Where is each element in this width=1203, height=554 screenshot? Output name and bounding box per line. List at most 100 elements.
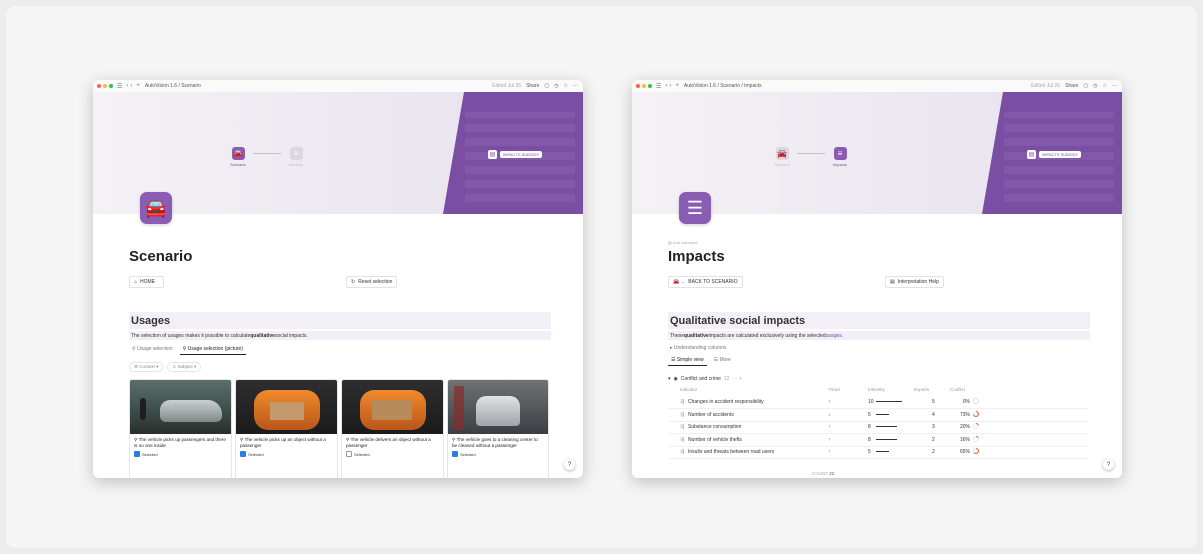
step-impacts[interactable]: ≡ Impacts: [281, 147, 311, 167]
intensity-value: 5: [868, 449, 871, 456]
breadcrumb[interactable]: AutoVision 1.6 / Scenario / Impacts: [684, 83, 762, 89]
column-indicator[interactable]: Indicator: [680, 387, 697, 392]
impacts-subsidy-label: IMPACTS SUBSIDY: [1039, 151, 1082, 158]
usage-image-object-delivery: [342, 380, 443, 434]
favorite-icon[interactable]: ☆: [564, 83, 568, 89]
column-intensity[interactable]: Intensity: [868, 387, 885, 392]
usage-card[interactable]: ⚲ The vehicle picks up passengers and th…: [129, 379, 232, 478]
back-to-scenario-button[interactable]: 🚘 ← BACK TO SCENARIO: [668, 276, 743, 288]
intensity-bar: [876, 401, 902, 402]
document-icon: ▤: [890, 279, 895, 285]
column-conflict[interactable]: Conflict: [950, 387, 965, 392]
share-button[interactable]: Share: [1065, 83, 1078, 89]
share-button[interactable]: Share: [526, 83, 539, 89]
table-row[interactable]: ⇶ Number of vehicle thefts ↑ 8 2 16%: [668, 434, 1088, 447]
selected-toggle[interactable]: Selected: [130, 449, 231, 459]
impacts-subsidy-link[interactable]: ▤ IMPACTS SUBSIDY: [488, 150, 543, 159]
forward-icon[interactable]: ›: [669, 83, 671, 89]
maximize-window-icon[interactable]: [109, 84, 113, 88]
home-button[interactable]: ⌂ HOME: [129, 276, 164, 288]
back-label: BACK TO SCENARIO: [688, 279, 738, 285]
selected-toggle[interactable]: Selected: [448, 449, 548, 459]
trend-arrow: ↑: [828, 424, 831, 431]
checkbox-checked[interactable]: [134, 451, 140, 458]
usages-link[interactable]: usages: [826, 333, 842, 339]
conflict-ring: [973, 410, 979, 417]
indicator-name: Number of accidents: [688, 411, 734, 418]
help-button[interactable]: ?: [564, 459, 575, 470]
indicator-icon: ⇶: [680, 449, 685, 456]
step-scenario[interactable]: 🚘 Scenario: [767, 147, 797, 167]
count-footer: COUNT 22: [812, 471, 835, 476]
breadcrumb[interactable]: AutoVision 1.6 / Scenario: [145, 83, 201, 89]
filter-context[interactable]: ⚙ Context ▾: [129, 362, 164, 372]
conflict-value: 0%: [962, 399, 970, 405]
more-icon[interactable]: ···: [573, 83, 578, 89]
table-row[interactable]: ⇶ Substance consumption ↑ 8 3 20%: [668, 421, 1088, 435]
table-row[interactable]: ⇶ Number of accidents ↓ 5 4 73%: [668, 409, 1088, 422]
tab-simple-view[interactable]: ☰ Simple view: [668, 356, 707, 366]
experts-count: 3: [932, 424, 935, 431]
add-page-icon[interactable]: +: [675, 83, 679, 89]
help-button[interactable]: ?: [1103, 459, 1114, 470]
section-description: These qualitative impacts are calculated…: [668, 331, 1090, 340]
step-label: Impacts: [832, 162, 847, 167]
back-icon[interactable]: ‹: [126, 83, 128, 89]
group-count: 22: [723, 376, 730, 382]
tab-more[interactable]: ☰ More: [711, 356, 734, 366]
add-page-icon[interactable]: +: [136, 83, 140, 89]
step-impacts[interactable]: ≡ Impacts: [825, 147, 855, 167]
history-icon[interactable]: ◷: [554, 83, 558, 89]
tab-usage-selection[interactable]: ⚲ Usage selection: [129, 345, 176, 355]
checkbox-checked[interactable]: [240, 451, 246, 458]
refresh-icon: ↻: [351, 279, 356, 285]
close-window-icon[interactable]: [97, 84, 101, 88]
selected-toggle[interactable]: Selected: [342, 449, 443, 459]
sidebar-toggle-icon[interactable]: ☰: [656, 83, 661, 90]
minimize-window-icon[interactable]: [103, 84, 107, 88]
tab-usage-selection-picture[interactable]: ⚲ Usage selection (picture): [179, 345, 247, 355]
checkbox-unchecked[interactable]: [346, 451, 352, 458]
section-title: Qualitative social impacts: [668, 312, 1090, 329]
comment-icon[interactable]: ▢: [1083, 83, 1088, 89]
understanding-columns-toggle[interactable]: ▸ Understanding columns: [670, 345, 726, 351]
checkbox-checked[interactable]: [452, 451, 458, 458]
more-icon[interactable]: ··· +: [732, 376, 741, 382]
back-icon[interactable]: ‹: [665, 83, 667, 89]
conflict-value: 73%: [959, 411, 970, 418]
home-icon: ⌂: [134, 279, 138, 285]
table-row[interactable]: ⇶ Changes in accident responsibility ↑ 10 5 0…: [668, 396, 1088, 409]
interpretation-help-button[interactable]: ▤ Interpretation Help: [885, 276, 944, 288]
usage-card[interactable]: ⚲ The vehicle goes to a cleaning center …: [447, 379, 549, 478]
reset-label: Reset selection: [358, 279, 393, 285]
maximize-window-icon[interactable]: [648, 84, 652, 88]
group-header[interactable]: ▾ ◉ Conflict and crime 22 ··· +: [668, 376, 742, 382]
filter-subject[interactable]: ♙ Subject ▾: [167, 362, 202, 372]
step-scenario[interactable]: 🚘 Scenario: [223, 147, 253, 167]
close-window-icon[interactable]: [636, 84, 640, 88]
column-experts[interactable]: Experts: [914, 387, 929, 392]
comment-icon[interactable]: ▢: [544, 83, 549, 89]
impacts-subsidy-label: IMPACTS SUBSIDY: [500, 151, 543, 158]
usage-card[interactable]: ⚲ The vehicle picks up an object without…: [235, 379, 338, 478]
reset-selection-button[interactable]: ↻ Reset selection: [346, 276, 398, 288]
favorite-icon[interactable]: ☆: [1103, 83, 1107, 89]
usage-caption: ⚲ The vehicle goes to a cleaning center …: [452, 437, 538, 449]
minimize-window-icon[interactable]: [642, 84, 646, 88]
forward-icon[interactable]: ›: [130, 83, 132, 89]
usage-tabs: ⚲ Usage selection ⚲ Usage selection (pic…: [129, 345, 247, 355]
collapse-icon[interactable]: ▾: [668, 376, 671, 382]
usage-caption: ⚲ The vehicle picks up passengers and th…: [134, 437, 226, 449]
selected-toggle[interactable]: Selected: [236, 449, 337, 459]
more-icon[interactable]: ···: [1112, 83, 1117, 89]
add-comment-button[interactable]: ▤ Add comment: [668, 240, 697, 245]
table-row[interactable]: ⇶ Insults and threats between road users ↑…: [668, 446, 1088, 460]
car-icon: 🚘: [231, 147, 245, 160]
impacts-subsidy-link[interactable]: ▤ IMPACTS SUBSIDY: [1027, 150, 1082, 159]
column-trend[interactable]: Trend: [828, 387, 840, 392]
usage-card[interactable]: ⚲ The vehicle delivers an object without…: [341, 379, 444, 478]
history-icon[interactable]: ◷: [1093, 83, 1097, 89]
section-description: The selection of usages makes it possibl…: [129, 331, 551, 340]
edited-timestamp: Edited Jul 26: [1031, 83, 1061, 89]
sidebar-toggle-icon[interactable]: ☰: [117, 83, 122, 90]
